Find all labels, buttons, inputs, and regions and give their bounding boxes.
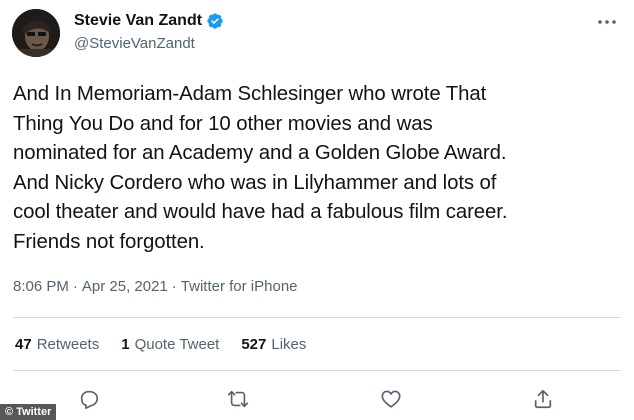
quote-tweets-count: 1: [121, 336, 130, 353]
watermark-label: Twitter: [16, 406, 52, 418]
tweet-date[interactable]: Apr 25, 2021: [82, 278, 168, 295]
quote-tweets-stat[interactable]: 1 Quote Tweet: [121, 336, 219, 353]
divider: [13, 370, 621, 371]
verified-badge-icon: [206, 12, 224, 30]
copyright-icon: ©: [5, 406, 14, 418]
author-display-name[interactable]: Stevie Van Zandt: [74, 12, 202, 30]
author-name-row[interactable]: Stevie Van Zandt: [74, 12, 224, 30]
likes-label: Likes: [271, 336, 307, 353]
retweets-stat[interactable]: 47 Retweets: [15, 336, 99, 353]
share-icon[interactable]: [530, 386, 556, 412]
retweets-label: Retweets: [36, 336, 100, 353]
retweet-icon[interactable]: [225, 386, 251, 412]
like-icon[interactable]: [378, 386, 404, 412]
retweets-count: 47: [15, 336, 32, 353]
meta-separator: ·: [72, 278, 78, 295]
source-watermark: © Twitter: [0, 404, 57, 420]
tweet-text: And In Memoriam-Adam Schlesinger who wro…: [13, 83, 508, 253]
tweet-time[interactable]: 8:06 PM: [13, 278, 69, 295]
tweet-source[interactable]: Twitter for iPhone: [181, 278, 298, 295]
tweet-meta: 8:06 PM · Apr 25, 2021 · Twitter for iPh…: [13, 278, 298, 295]
likes-stat[interactable]: 527 Likes: [241, 336, 306, 353]
author-handle[interactable]: @StevieVanZandt: [74, 35, 195, 52]
tweet-card: Stevie Van Zandt @StevieVanZandt And In …: [0, 0, 634, 420]
likes-count: 527: [241, 336, 267, 353]
quote-tweets-label: Quote Tweet: [134, 336, 220, 353]
meta-separator: ·: [171, 278, 177, 295]
tweet-stats: 47 Retweets 1 Quote Tweet 527 Likes: [15, 336, 328, 353]
divider: [13, 317, 621, 318]
avatar[interactable]: [12, 9, 60, 57]
tweet-actions: [0, 384, 634, 416]
avatar-image: [12, 9, 60, 57]
reply-icon[interactable]: [76, 386, 102, 412]
more-options-icon[interactable]: [594, 12, 620, 32]
